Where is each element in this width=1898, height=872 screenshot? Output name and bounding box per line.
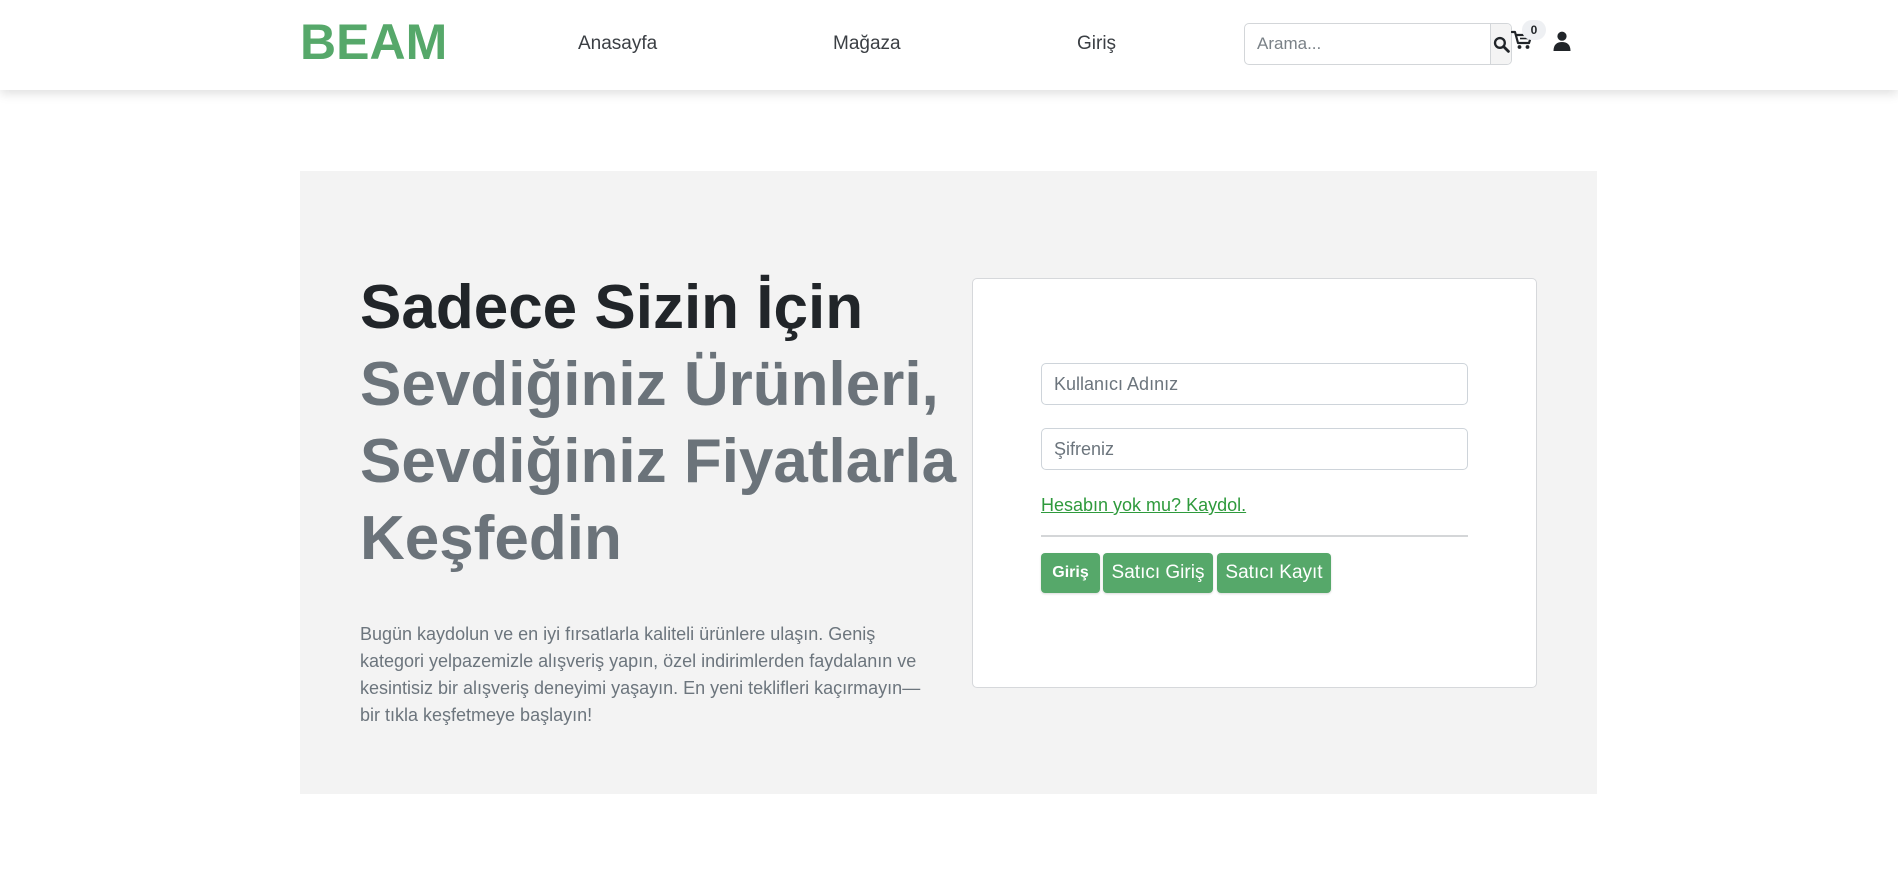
search-form: [1244, 23, 1512, 65]
headline-secondary: Sevdiğiniz Ürünleri, Sevdiğiniz Fiyatlar…: [360, 350, 957, 573]
search-icon: [1493, 36, 1510, 53]
username-input[interactable]: [1041, 363, 1468, 405]
nav-link-shop[interactable]: Mağaza: [833, 32, 901, 56]
nav-link-login[interactable]: Giriş: [1077, 32, 1116, 56]
user-icon: [1553, 31, 1571, 51]
nav-link-home[interactable]: Anasayfa: [578, 32, 657, 56]
form-divider: [1041, 535, 1468, 537]
hero-section: Sadece Sizin İçin Sevdiğiniz Ürünleri, S…: [300, 171, 1597, 794]
brand-logo[interactable]: BEAM: [300, 14, 447, 70]
login-button[interactable]: Giriş: [1041, 553, 1100, 593]
seller-register-button[interactable]: Satıcı Kayıt: [1217, 553, 1331, 593]
search-input[interactable]: [1245, 24, 1490, 64]
search-button[interactable]: [1490, 24, 1511, 64]
seller-login-button[interactable]: Satıcı Giriş: [1103, 553, 1213, 593]
user-account-button[interactable]: [1553, 31, 1575, 55]
navbar: BEAM Anasayfa Mağaza Giriş 0: [0, 0, 1898, 90]
password-input[interactable]: [1041, 428, 1468, 470]
headline-primary: Sadece Sizin İçin: [360, 273, 864, 342]
cart-count-badge: 0: [1522, 20, 1546, 40]
hero-description: Bugün kaydolun ve en iyi fırsatlarla kal…: [360, 624, 921, 725]
hero-headline: Sadece Sizin İçin Sevdiğiniz Ürünleri, S…: [360, 269, 960, 577]
signup-link[interactable]: Hesabın yok mu? Kaydol.: [1041, 494, 1246, 516]
login-card: Hesabın yok mu? Kaydol. Giriş Satıcı Gir…: [972, 278, 1537, 688]
